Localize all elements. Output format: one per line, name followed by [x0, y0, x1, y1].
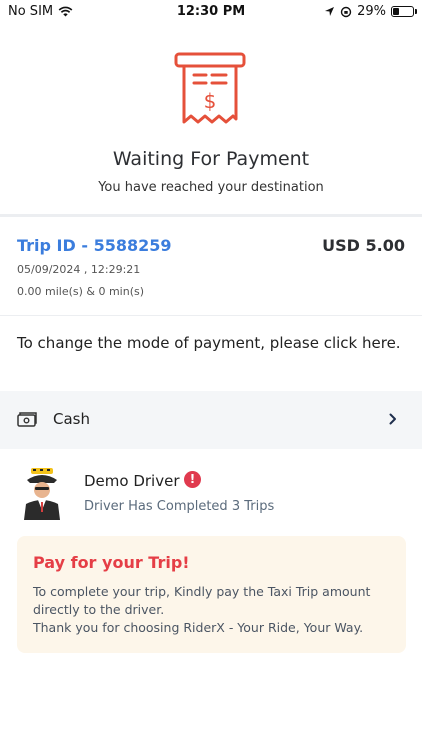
chevron-right-icon [389, 413, 396, 425]
notice-line-1: To complete your trip, Kindly pay the Ta… [33, 584, 371, 617]
notice-text: To complete your trip, Kindly pay the Ta… [33, 583, 398, 637]
orientation-lock-icon [340, 6, 352, 17]
divider [0, 315, 422, 316]
payment-notice: Pay for your Trip! To complete your trip… [17, 536, 406, 653]
section-divider [0, 214, 422, 217]
payment-method-label: Cash [53, 410, 90, 428]
driver-trips-count: Driver Has Completed 3 Trips [84, 499, 275, 514]
change-payment-link[interactable]: To change the mode of payment, please cl… [17, 333, 407, 354]
status-right: 29% [324, 4, 417, 19]
driver-name: Demo Driver [84, 472, 180, 490]
payment-method-row[interactable]: Cash [0, 391, 422, 449]
status-bar: No SIM 12:30 PM 29% [0, 0, 422, 24]
notice-title: Pay for your Trip! [33, 553, 190, 572]
location-arrow-icon [325, 7, 335, 16]
receipt-dollar-icon: $ [174, 52, 246, 124]
page-subtitle: You have reached your destination [98, 180, 324, 195]
cash-icon [17, 412, 37, 427]
svg-text:$: $ [204, 89, 217, 113]
battery-fill [393, 8, 400, 15]
driver-avatar [24, 468, 60, 520]
trip-distance: 0.00 mile(s) & 0 min(s) [17, 285, 145, 298]
alert-icon[interactable]: ! [184, 471, 201, 488]
trip-id: Trip ID - 5588259 [17, 236, 172, 255]
battery-percent: 29% [357, 4, 386, 19]
trip-date: 05/09/2024 , 12:29:21 [17, 263, 141, 276]
battery-icon [391, 6, 417, 17]
notice-line-2: Thank you for choosing RiderX - Your Rid… [33, 620, 364, 635]
page-title: Waiting For Payment [112, 148, 310, 170]
trip-amount: USD 5.00 [322, 236, 405, 255]
